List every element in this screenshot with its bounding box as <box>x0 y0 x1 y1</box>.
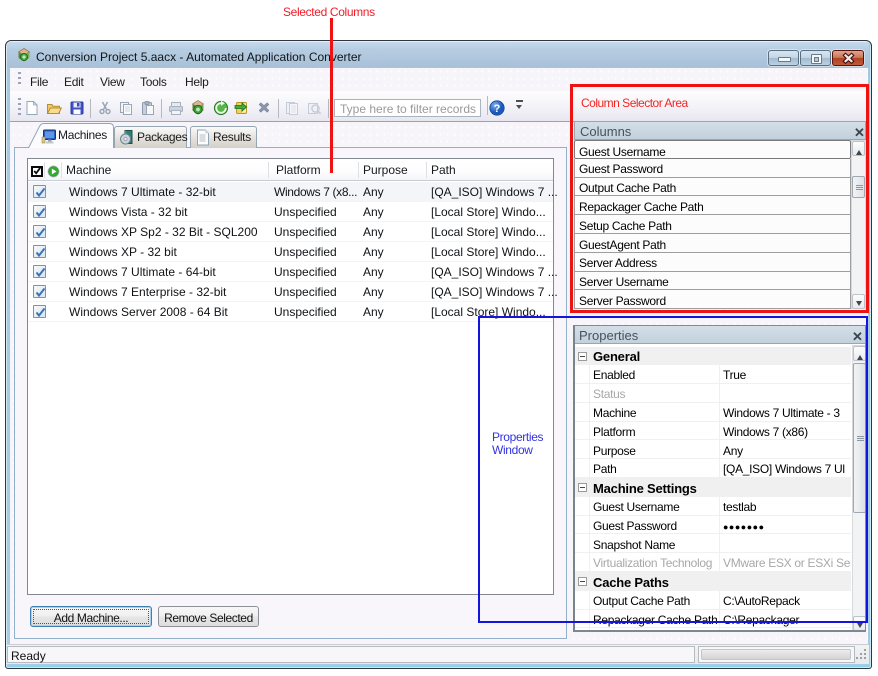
svg-text:?: ? <box>494 103 501 115</box>
